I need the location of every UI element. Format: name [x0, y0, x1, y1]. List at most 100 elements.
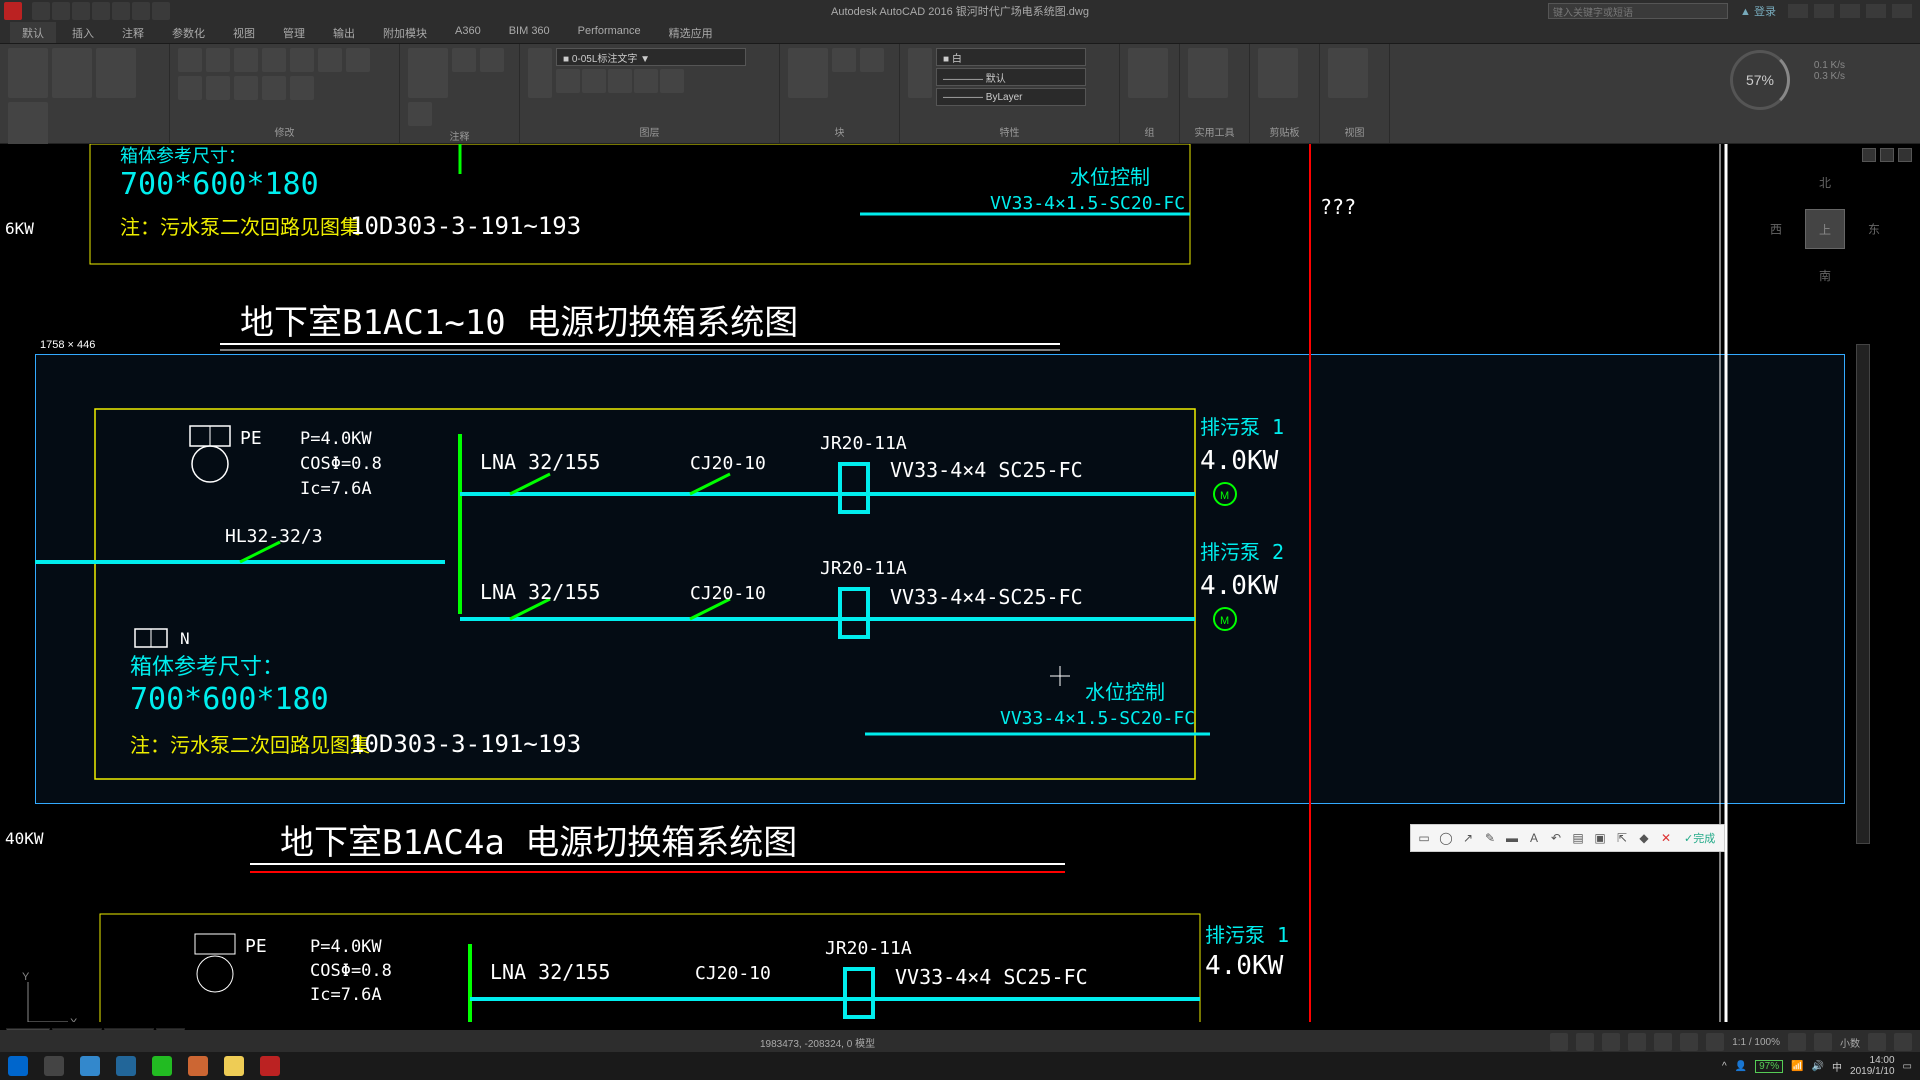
- taskview-icon[interactable]: [36, 1053, 72, 1079]
- trim-icon[interactable]: [234, 48, 258, 72]
- polyline-button[interactable]: [52, 48, 92, 98]
- tab-manage[interactable]: 管理: [271, 22, 317, 43]
- layer-lock-icon[interactable]: [608, 69, 632, 93]
- table-icon[interactable]: [408, 102, 432, 126]
- tray-up-icon[interactable]: ^: [1722, 1061, 1727, 1072]
- fillet-icon[interactable]: [346, 48, 370, 72]
- qat-new-icon[interactable]: [32, 2, 50, 20]
- match-props-button[interactable]: [908, 48, 932, 98]
- browser-icon[interactable]: [72, 1053, 108, 1079]
- signin-button[interactable]: ▲ 登录: [1734, 3, 1782, 19]
- layer-iso-icon[interactable]: [634, 69, 658, 93]
- move-icon[interactable]: [178, 48, 202, 72]
- rotate-icon[interactable]: [206, 48, 230, 72]
- tab-annotate[interactable]: 注释: [110, 22, 156, 43]
- explorer-icon[interactable]: [216, 1053, 252, 1079]
- circle-button[interactable]: [96, 48, 136, 98]
- snap-pin-icon[interactable]: ◆: [1634, 828, 1654, 848]
- stretch-icon[interactable]: [206, 76, 230, 100]
- snap-cancel-icon[interactable]: ✕: [1656, 828, 1676, 848]
- snap-copy-icon[interactable]: ▤: [1568, 828, 1588, 848]
- snap-done-button[interactable]: ✓ 完成: [1678, 828, 1721, 848]
- tab-output[interactable]: 输出: [321, 22, 367, 43]
- linetype-dropdown[interactable]: ———— ByLayer: [936, 88, 1086, 106]
- maximize-icon[interactable]: [1866, 4, 1886, 18]
- tab-view[interactable]: 视图: [221, 22, 267, 43]
- tab-a360[interactable]: A360: [443, 22, 493, 43]
- group-button[interactable]: [1128, 48, 1168, 98]
- qat-redo-icon[interactable]: [152, 2, 170, 20]
- status-otrack-icon[interactable]: [1680, 1033, 1698, 1051]
- dim-icon[interactable]: [452, 48, 476, 72]
- text-button[interactable]: [408, 48, 448, 98]
- help-icon[interactable]: [1814, 4, 1834, 18]
- status-ws-icon[interactable]: [1814, 1033, 1832, 1051]
- offset-icon[interactable]: [290, 76, 314, 100]
- tray-people-icon[interactable]: 👤: [1735, 1061, 1747, 1072]
- snap-rect-icon[interactable]: ▭: [1414, 828, 1434, 848]
- tab-performance[interactable]: Performance: [566, 22, 653, 43]
- explode-icon[interactable]: [178, 76, 202, 100]
- app2-icon[interactable]: [108, 1053, 144, 1079]
- mirror-icon[interactable]: [318, 48, 342, 72]
- status-ortho-icon[interactable]: [1602, 1033, 1620, 1051]
- snap-ellipse-icon[interactable]: ◯: [1436, 828, 1456, 848]
- snap-arrow-icon[interactable]: ↗: [1458, 828, 1478, 848]
- color-dropdown[interactable]: ■ 白: [936, 48, 1086, 66]
- qat-open-icon[interactable]: [52, 2, 70, 20]
- snap-save-icon[interactable]: ▣: [1590, 828, 1610, 848]
- status-osnap-icon[interactable]: [1654, 1033, 1672, 1051]
- qat-undo-icon[interactable]: [132, 2, 150, 20]
- base-button[interactable]: [1328, 48, 1368, 98]
- tray-volume-icon[interactable]: 🔊: [1812, 1061, 1824, 1072]
- wechat-icon[interactable]: [144, 1053, 180, 1079]
- battery-indicator[interactable]: 97%: [1755, 1060, 1783, 1073]
- leader-icon[interactable]: [480, 48, 504, 72]
- snap-text-icon[interactable]: A: [1524, 828, 1544, 848]
- snap-highlight-icon[interactable]: ▬: [1502, 828, 1522, 848]
- measure-button[interactable]: [1188, 48, 1228, 98]
- status-snap-icon[interactable]: [1576, 1033, 1594, 1051]
- qat-saveas-icon[interactable]: [92, 2, 110, 20]
- tab-bim360[interactable]: BIM 360: [497, 22, 562, 43]
- drawing-canvas[interactable]: 北 南 西 东 上 1758 × 446 箱体参考尺寸： 700*600*180…: [0, 144, 1920, 1022]
- lineweight-dropdown[interactable]: ———— 默认: [936, 68, 1086, 86]
- autocad-taskbar-icon[interactable]: [252, 1053, 288, 1079]
- status-units[interactable]: 小数: [1840, 1035, 1860, 1050]
- layer-freeze-icon[interactable]: [582, 69, 606, 93]
- line-button[interactable]: [8, 48, 48, 98]
- block-create-icon[interactable]: [832, 48, 856, 72]
- tab-default[interactable]: 默认: [10, 22, 56, 43]
- exchange-icon[interactable]: [1788, 4, 1808, 18]
- layer-dropdown[interactable]: ■ 0-05L标注文字 ▼: [556, 48, 746, 66]
- minimize-icon[interactable]: [1840, 4, 1860, 18]
- qat-save-icon[interactable]: [72, 2, 90, 20]
- status-scale[interactable]: 1:1 / 100%: [1732, 1037, 1780, 1048]
- tray-network-icon[interactable]: 📶: [1791, 1061, 1803, 1072]
- layer-match-icon[interactable]: [660, 69, 684, 93]
- status-grid-icon[interactable]: [1550, 1033, 1568, 1051]
- notifications-icon[interactable]: ▭: [1903, 1061, 1912, 1072]
- erase-icon[interactable]: [262, 48, 286, 72]
- layer-off-icon[interactable]: [556, 69, 580, 93]
- tab-insert[interactable]: 插入: [60, 22, 106, 43]
- array-icon[interactable]: [262, 76, 286, 100]
- snap-share-icon[interactable]: ⇱: [1612, 828, 1632, 848]
- layer-props-button[interactable]: [528, 48, 552, 98]
- scale-icon[interactable]: [234, 76, 258, 100]
- app-icon[interactable]: [4, 2, 22, 20]
- close-icon[interactable]: [1892, 4, 1912, 18]
- insert-button[interactable]: [788, 48, 828, 98]
- snap-pen-icon[interactable]: ✎: [1480, 828, 1500, 848]
- snap-undo-icon[interactable]: ↶: [1546, 828, 1566, 848]
- status-clean-icon[interactable]: [1868, 1033, 1886, 1051]
- status-custom-icon[interactable]: [1894, 1033, 1912, 1051]
- start-button[interactable]: [0, 1053, 36, 1079]
- system-clock[interactable]: 14:00 2019/1/10: [1850, 1055, 1895, 1077]
- status-lw-icon[interactable]: [1706, 1033, 1724, 1051]
- qat-plot-icon[interactable]: [112, 2, 130, 20]
- copy-icon[interactable]: [290, 48, 314, 72]
- tab-addins[interactable]: 附加模块: [371, 22, 439, 43]
- status-polar-icon[interactable]: [1628, 1033, 1646, 1051]
- status-anno-icon[interactable]: [1788, 1033, 1806, 1051]
